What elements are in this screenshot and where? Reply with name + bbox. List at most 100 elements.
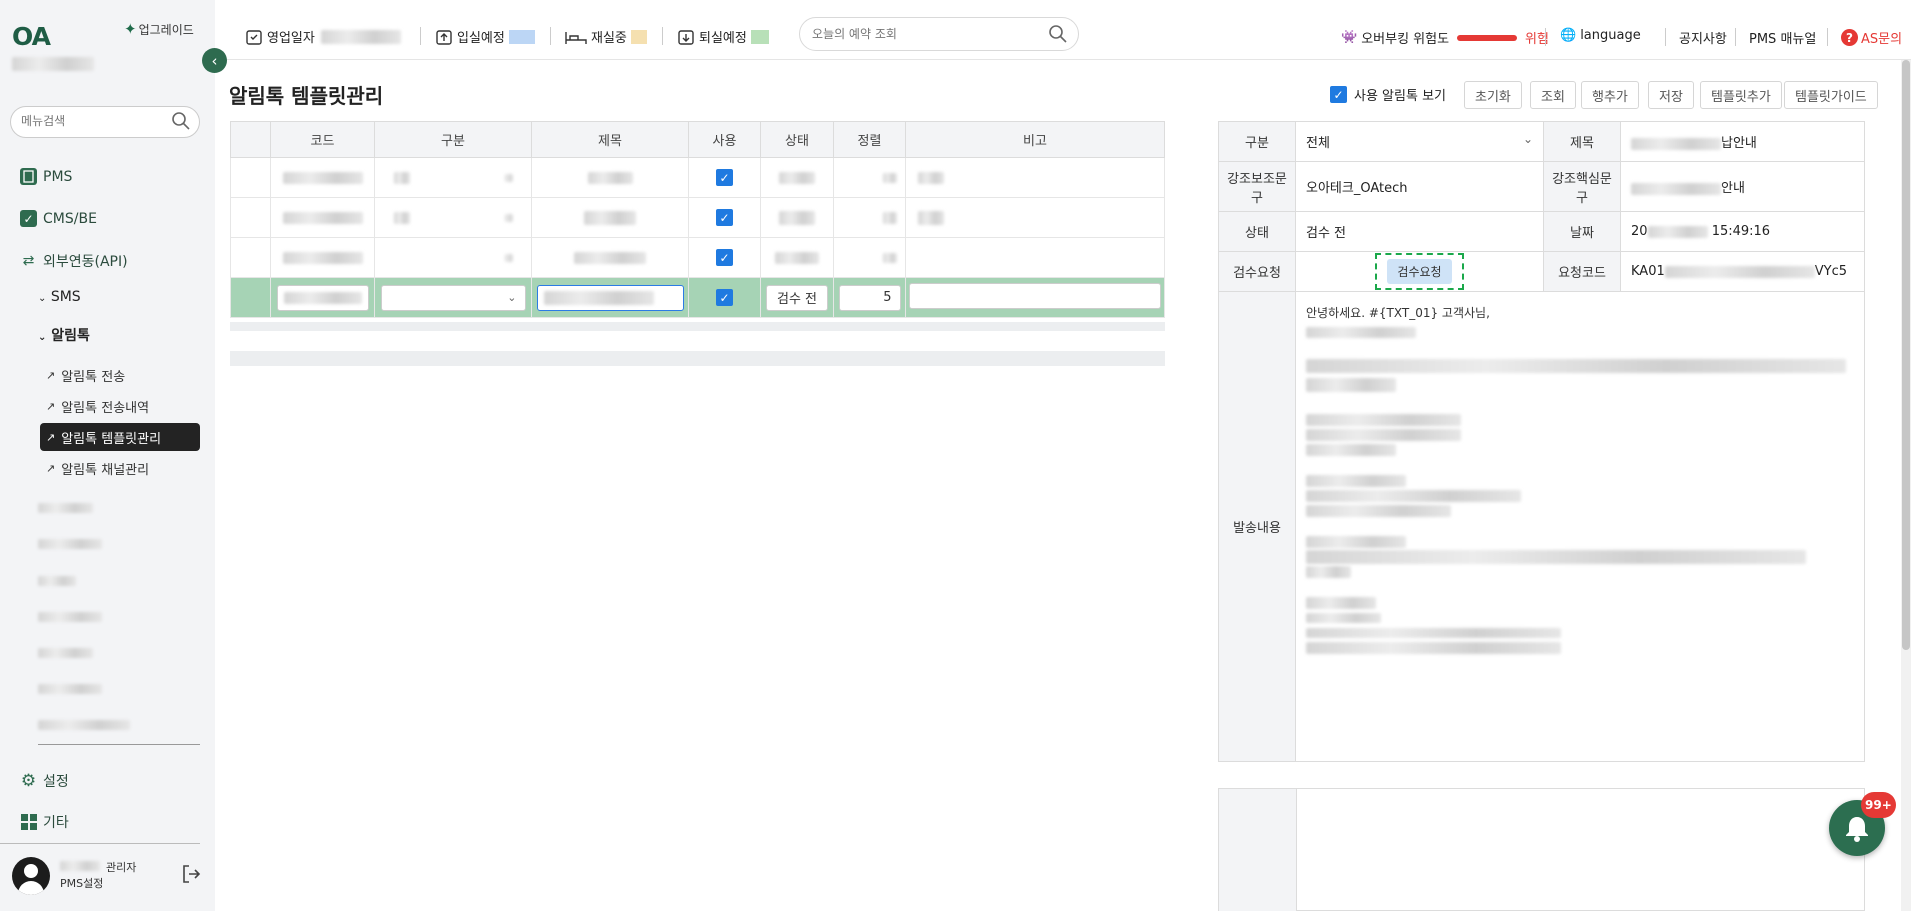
cell-note-input[interactable] xyxy=(905,277,1165,318)
overbooking-risk[interactable]: 👾 오버부킹 위험도 위험 xyxy=(1341,28,1549,47)
grid-header[interactable]: 상태 xyxy=(760,121,834,158)
cell-code[interactable] xyxy=(270,157,375,198)
title-field[interactable]: 납안내 xyxy=(1620,121,1865,162)
cell-title[interactable] xyxy=(531,157,689,198)
sidebar-item-alimtalk[interactable]: ⌄ 알림톡 xyxy=(38,325,90,345)
page-scrollbar[interactable] xyxy=(1901,60,1911,911)
category-select[interactable]: 전체 ⌄ xyxy=(1295,121,1544,162)
occupied[interactable]: 재실중 xyxy=(565,27,647,46)
template-guide-button[interactable]: 템플릿가이드 xyxy=(1784,81,1878,109)
cell-title-input[interactable] xyxy=(531,277,689,318)
emph-core-field[interactable]: 안내 xyxy=(1620,161,1865,212)
cell-status-input[interactable]: 검수 전 xyxy=(760,277,834,318)
cell-category[interactable] xyxy=(374,237,532,278)
business-date[interactable]: 영업일자 xyxy=(245,27,401,46)
grid-header[interactable]: 비고 xyxy=(905,121,1165,158)
grid-header[interactable]: 정렬 xyxy=(833,121,906,158)
nav-item-etc[interactable]: 기타 xyxy=(20,812,69,832)
cell-status[interactable] xyxy=(760,157,834,198)
cell-note[interactable] xyxy=(905,237,1165,278)
grid-header[interactable]: 구분 xyxy=(374,121,532,158)
reset-button[interactable]: 초기화 xyxy=(1464,81,1522,109)
logout-icon[interactable] xyxy=(180,863,202,885)
sidebar-item-sms[interactable]: ⌄ SMS xyxy=(38,289,81,305)
blurred-menu-item[interactable] xyxy=(38,539,102,549)
cell-category[interactable] xyxy=(374,157,532,198)
checkbox-checked[interactable]: ✓ xyxy=(1330,86,1347,103)
review-request-button[interactable]: 검수요청 xyxy=(1387,259,1452,284)
table-row-selected[interactable]: ⌄ ✓ 검수 전 5 xyxy=(230,277,1165,318)
cell-category[interactable] xyxy=(374,197,532,238)
grid-header[interactable]: 사용 xyxy=(688,121,761,158)
nav-item-settings[interactable]: ⚙ 설정 xyxy=(20,771,69,791)
nav-item-pms[interactable]: PMS xyxy=(20,168,72,185)
emph-sub-field[interactable]: 오아테크_OAtech xyxy=(1295,161,1544,212)
cell-use[interactable]: ✓ xyxy=(688,237,761,278)
as-inquiry-link[interactable]: ? AS문의 xyxy=(1841,28,1902,47)
checkin-expected[interactable]: 입실예정 xyxy=(435,27,535,46)
cell-code[interactable] xyxy=(270,237,375,278)
cell-use[interactable]: ✓ xyxy=(688,157,761,198)
blurred-menu-item[interactable] xyxy=(38,684,102,694)
table-row[interactable]: ✓ xyxy=(230,197,1165,238)
sidebar-collapse-button[interactable]: ‹ xyxy=(202,48,227,73)
search-icon[interactable] xyxy=(171,111,191,131)
cell-status[interactable] xyxy=(760,197,834,238)
cell-order[interactable] xyxy=(833,197,906,238)
checkbox-checked[interactable]: ✓ xyxy=(716,289,733,306)
show-used-toggle[interactable]: ✓ 사용 알림톡 보기 xyxy=(1330,85,1446,104)
checkbox-checked[interactable]: ✓ xyxy=(716,249,733,266)
checkbox-checked[interactable]: ✓ xyxy=(716,209,733,226)
menu-search-input[interactable] xyxy=(21,114,161,128)
cell-category-select[interactable]: ⌄ xyxy=(374,277,532,318)
sidebar-item-alimtalk-channel[interactable]: ↗ 알림톡 채널관리 xyxy=(40,454,200,482)
sidebar-item-alimtalk-send[interactable]: ↗ 알림톡 전송 xyxy=(40,361,200,389)
cell-note[interactable] xyxy=(905,157,1165,198)
user-settings-link[interactable]: PMS설정 xyxy=(60,875,103,891)
grid-header[interactable]: 코드 xyxy=(270,121,375,158)
blurred-menu-item[interactable] xyxy=(38,576,76,586)
nav-item-cms[interactable]: ✓ CMS/BE xyxy=(20,210,97,227)
blurred-menu-item[interactable] xyxy=(38,612,102,622)
blurred-menu-item[interactable] xyxy=(38,720,130,730)
language-selector[interactable]: 🌐 language xyxy=(1560,28,1641,43)
cell-order-input[interactable]: 5 xyxy=(833,277,906,318)
grid-horizontal-scrollbar[interactable] xyxy=(230,351,1165,366)
cell-code[interactable] xyxy=(270,197,375,238)
grid-header-row: 코드 구분 제목 사용 상태 정렬 비고 xyxy=(230,121,1165,158)
save-button[interactable]: 저장 xyxy=(1648,81,1694,109)
sidebar-item-alimtalk-template[interactable]: ↗ 알림톡 템플릿관리 xyxy=(40,423,200,451)
checkout-expected[interactable]: 퇴실예정 xyxy=(677,27,769,46)
manual-link[interactable]: PMS 매뉴얼 xyxy=(1749,28,1816,47)
cell-note[interactable] xyxy=(905,197,1165,238)
avatar[interactable] xyxy=(12,857,50,895)
checkbox-checked[interactable]: ✓ xyxy=(716,169,733,186)
search-icon[interactable] xyxy=(1048,24,1068,44)
cell-title[interactable] xyxy=(531,237,689,278)
search-button[interactable]: 조회 xyxy=(1530,81,1576,109)
cell-use[interactable]: ✓ xyxy=(688,197,761,238)
sidebar-item-alimtalk-history[interactable]: ↗ 알림톡 전송내역 xyxy=(40,392,200,420)
table-row[interactable]: ✓ xyxy=(230,237,1165,278)
menu-search-box[interactable] xyxy=(10,106,200,138)
status-label: 상태 xyxy=(1218,211,1296,252)
content-textarea[interactable]: 안녕하세요. #{TXT_01} 고객사님, xyxy=(1295,291,1865,762)
add-row-button[interactable]: 행추가 xyxy=(1581,81,1639,109)
nav-item-api[interactable]: ⇄ 외부연동(API) xyxy=(20,251,128,271)
scrollbar-thumb[interactable] xyxy=(1902,60,1910,650)
cell-status[interactable] xyxy=(760,237,834,278)
upgrade-link[interactable]: ✦ 업그레이드 xyxy=(124,20,194,38)
cell-order[interactable] xyxy=(833,237,906,278)
grid-header[interactable]: 제목 xyxy=(531,121,689,158)
blurred-menu-item[interactable] xyxy=(38,503,93,513)
add-template-button[interactable]: 템플릿추가 xyxy=(1700,81,1782,109)
notice-link[interactable]: 공지사항 xyxy=(1679,28,1727,47)
blurred-menu-item[interactable] xyxy=(38,648,93,658)
cell-use[interactable]: ✓ xyxy=(688,277,761,318)
reservation-search-input[interactable] xyxy=(812,27,1032,41)
cell-code[interactable] xyxy=(270,277,375,318)
cell-title[interactable] xyxy=(531,197,689,238)
cell-order[interactable] xyxy=(833,157,906,198)
table-row[interactable]: ✓ xyxy=(230,157,1165,198)
reservation-search-box[interactable] xyxy=(799,17,1079,51)
